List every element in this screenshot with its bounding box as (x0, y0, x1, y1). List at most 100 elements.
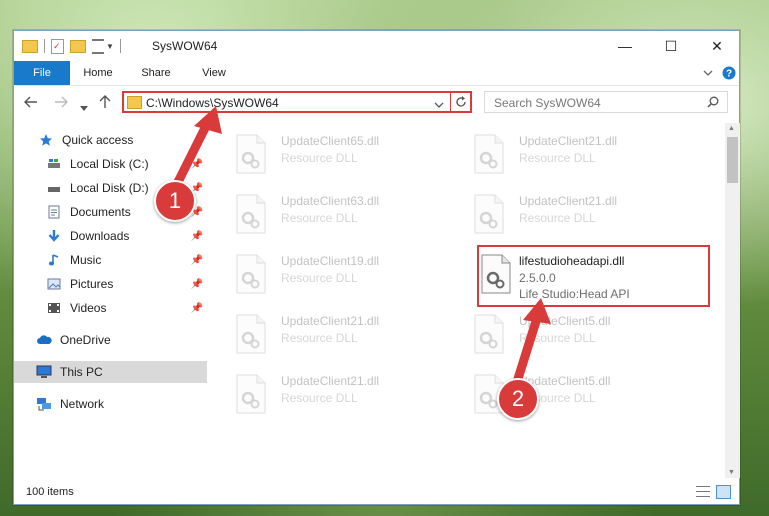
up-icon[interactable] (98, 95, 112, 114)
forward-icon[interactable] (54, 95, 68, 114)
file-name: UpdateClient63.dll (281, 194, 380, 208)
callout-badge: 1 (154, 180, 196, 222)
expand-ribbon-icon[interactable] (700, 65, 716, 81)
cloud-icon (36, 332, 52, 348)
tab-file[interactable]: File (14, 61, 70, 85)
list-item[interactable]: UpdateClient21.dll Resource DLL (207, 371, 407, 421)
list-item-selected[interactable]: lifestudioheadapi.dll 2.5.0.0 Life Studi… (452, 251, 702, 301)
list-item[interactable]: UpdateClient19.dll Resource DLL (207, 251, 407, 301)
pin-icon[interactable]: 📌 (191, 231, 203, 242)
file-list: UpdateClient65.dll Resource DLL UpdateCl… (207, 123, 725, 478)
quick-access-toolbar: ✓ ▼ (22, 37, 121, 55)
back-icon[interactable] (24, 95, 38, 114)
sidebar-item-music[interactable]: Music 📌 (14, 249, 207, 271)
file-description: Resource DLL (281, 271, 358, 285)
file-description: Resource DLL (519, 211, 596, 225)
recent-locations-icon[interactable] (80, 99, 88, 117)
dll-file-icon (481, 254, 511, 294)
details-icon[interactable] (92, 38, 104, 54)
sidebar-item-label: Quick access (62, 133, 134, 147)
large-icons-view-icon[interactable] (716, 485, 731, 499)
sidebar-item-label: Music (70, 253, 102, 267)
dll-file-icon (236, 254, 266, 294)
list-item[interactable]: UpdateClient63.dll Resource DLL (207, 191, 407, 241)
title-bar: ✓ ▼ SysWOW64 — ☐ ✕ (14, 31, 739, 61)
list-item[interactable]: UpdateClient65.dll Resource DLL (207, 131, 407, 181)
sidebar-item-pictures[interactable]: Pictures 📌 (14, 273, 207, 295)
sidebar-item-label: Pictures (70, 277, 114, 291)
scroll-up-icon[interactable]: ▲ (728, 125, 735, 132)
documents-icon (46, 204, 62, 220)
sidebar-item-label: Downloads (70, 229, 130, 243)
dll-file-icon (474, 134, 504, 174)
window-title: SysWOW64 (152, 39, 218, 53)
refresh-icon[interactable] (454, 95, 468, 112)
sidebar-item-label: Documents (70, 205, 131, 219)
file-name: UpdateClient21.dll (519, 134, 618, 148)
sidebar-item-downloads[interactable]: Downloads 📌 (14, 225, 207, 247)
svg-text:?: ? (726, 69, 732, 80)
vertical-scrollbar[interactable]: ▲ ▼ (725, 123, 740, 478)
details-view-icon[interactable] (696, 486, 710, 497)
dll-file-icon (236, 194, 266, 234)
sidebar-item-this-pc[interactable]: This PC (14, 361, 207, 383)
file-description: Resource DLL (519, 151, 596, 165)
chevron-down-icon[interactable]: ▼ (106, 42, 114, 51)
sidebar-item-label: Local Disk (D:) (70, 181, 149, 195)
sidebar-item-onedrive[interactable]: OneDrive (14, 329, 207, 351)
file-description: Resource DLL (281, 391, 358, 405)
sidebar-item-network[interactable]: Network (14, 393, 207, 415)
list-item[interactable]: UpdateClient21.dll Resource DLL (207, 311, 407, 361)
file-name: UpdateClient21.dll (281, 314, 380, 328)
list-item[interactable]: UpdateClient21.dll Resource DLL (445, 131, 645, 181)
dll-file-icon (236, 374, 266, 414)
ribbon: File Home Share View ? (14, 61, 739, 86)
status-bar: 100 items (14, 478, 739, 504)
folder-icon (127, 96, 142, 109)
new-folder-icon[interactable] (70, 39, 86, 53)
folder-icon[interactable] (22, 39, 38, 53)
separator (44, 39, 45, 53)
help-icon[interactable]: ? (721, 65, 737, 81)
file-description: Resource DLL (281, 151, 358, 165)
dll-file-icon (474, 194, 504, 234)
sidebar-item-label: Videos (70, 301, 107, 315)
tab-home[interactable]: Home (76, 61, 120, 85)
file-description: Resource DLL (281, 211, 358, 225)
file-name: UpdateClient19.dll (281, 254, 380, 268)
list-item[interactable]: UpdateClient21.dll Resource DLL (445, 191, 645, 241)
pin-icon[interactable]: 📌 (191, 279, 203, 290)
search-icon (707, 96, 719, 111)
computer-icon (36, 364, 52, 380)
star-icon (38, 132, 54, 148)
music-icon (46, 252, 62, 268)
drive-icon (46, 180, 62, 196)
scroll-down-icon[interactable]: ▼ (728, 469, 735, 476)
pictures-icon (46, 276, 62, 292)
network-icon (36, 396, 52, 412)
dll-file-icon (236, 134, 266, 174)
tab-share[interactable]: Share (134, 61, 178, 85)
pin-icon[interactable]: 📌 (191, 303, 203, 314)
sidebar-item-label: Network (60, 397, 105, 411)
file-name: UpdateClient21.dll (519, 194, 618, 208)
scrollbar-thumb[interactable] (727, 137, 738, 183)
minimize-button[interactable]: — (602, 31, 648, 61)
file-name: UpdateClient21.dll (281, 374, 380, 388)
file-description: Resource DLL (281, 331, 358, 345)
file-name: lifestudioheadapi.dll (519, 254, 625, 268)
drive-icon (46, 156, 62, 172)
search-placeholder: Search SysWOW64 (494, 96, 601, 110)
search-input[interactable]: Search SysWOW64 (484, 91, 728, 113)
properties-icon[interactable]: ✓ (51, 38, 64, 54)
sidebar-item-label: OneDrive (60, 333, 111, 347)
close-button[interactable]: ✕ (694, 31, 740, 61)
separator (450, 93, 451, 111)
maximize-button[interactable]: ☐ (648, 31, 694, 61)
tab-view[interactable]: View (192, 61, 236, 85)
pin-icon[interactable]: 📌 (191, 255, 203, 266)
address-dropdown-icon[interactable] (434, 98, 444, 112)
sidebar-item-label: This PC (60, 365, 103, 379)
sidebar-item-videos[interactable]: Videos 📌 (14, 297, 207, 319)
explorer-window: ✓ ▼ SysWOW64 — ☐ ✕ File Home Share View … (13, 30, 740, 505)
